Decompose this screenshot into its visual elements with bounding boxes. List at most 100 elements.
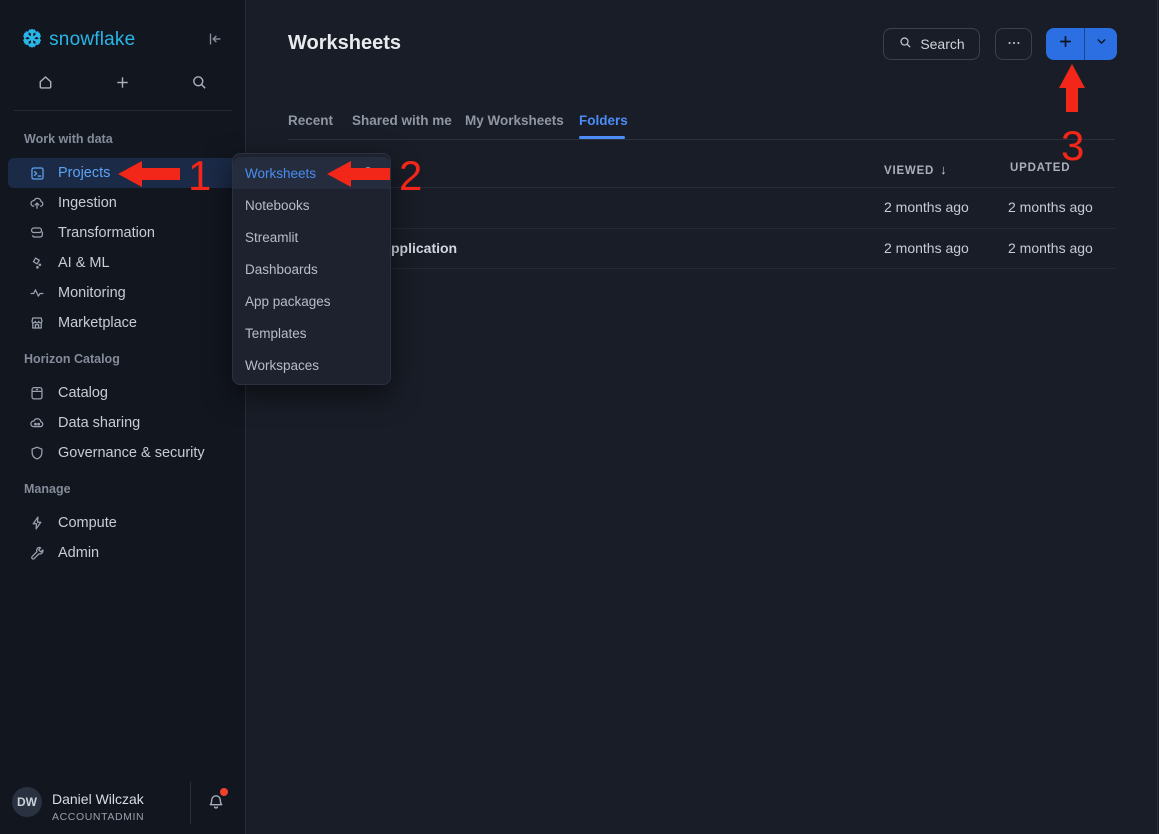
menu-item-dashboards[interactable]: Dashboards	[233, 253, 390, 285]
user-name: Daniel Wilczak	[52, 791, 144, 807]
viewed-cell: 2 months ago	[884, 199, 969, 215]
data-sharing-icon	[28, 414, 46, 432]
snowsight-app: ❆ snowflake	[0, 0, 1159, 834]
snowflake-logo-icon: ❆	[22, 28, 42, 52]
sidebar-item-label: Ingestion	[58, 195, 117, 211]
notification-dot	[220, 788, 228, 796]
menu-item-workspaces[interactable]: Workspaces	[233, 349, 390, 381]
sidebar-collapse-button[interactable]	[204, 30, 226, 52]
search-icon	[898, 35, 913, 53]
transformation-icon	[28, 224, 46, 242]
monitoring-icon	[28, 284, 46, 302]
updated-cell: 2 months ago	[1008, 240, 1093, 256]
ellipsis-icon	[1006, 35, 1022, 54]
section-manage: Manage	[24, 482, 71, 496]
menu-item-label: Streamlit	[245, 230, 298, 245]
column-header-viewed[interactable]: VIEWED↓	[884, 162, 947, 177]
menu-item-label: Notebooks	[245, 198, 310, 213]
row-divider	[288, 268, 1115, 269]
wrench-icon	[28, 544, 46, 562]
pin-icon[interactable]	[360, 164, 376, 180]
section-work-with-data: Work with data	[24, 132, 113, 146]
new-worksheet-split-button[interactable]	[1046, 28, 1117, 60]
menu-item-label: Dashboards	[245, 262, 318, 277]
sidebar-item-ai-ml[interactable]: AI & ML	[8, 248, 238, 278]
ai-ml-icon	[28, 254, 46, 272]
projects-icon	[28, 164, 46, 182]
sidebar-item-label: Marketplace	[58, 315, 137, 331]
menu-item-label: Templates	[245, 326, 307, 341]
search-button[interactable]: Search	[883, 28, 980, 60]
sidebar-item-label: Monitoring	[58, 285, 126, 301]
sidebar-item-label: Governance & security	[58, 445, 205, 461]
table-header-divider	[288, 187, 1115, 188]
column-header-updated[interactable]: UPDATED	[1010, 162, 1070, 174]
sidebar-item-label: Compute	[58, 515, 117, 531]
sidebar-item-label: Catalog	[58, 385, 108, 401]
ingestion-icon	[28, 194, 46, 212]
lightning-icon	[28, 514, 46, 532]
sidebar-search-button[interactable]	[187, 73, 211, 97]
tabs-divider	[288, 139, 1115, 140]
home-button[interactable]	[33, 73, 57, 97]
search-icon	[190, 73, 209, 97]
menu-item-label: Worksheets	[245, 166, 316, 181]
sidebar: ❆ snowflake	[0, 0, 246, 834]
viewport-right-edge	[1157, 0, 1158, 834]
viewed-cell: 2 months ago	[884, 240, 969, 256]
tab-my-worksheets[interactable]: My Worksheets	[465, 113, 564, 128]
page-title: Worksheets	[288, 32, 401, 55]
sidebar-item-ingestion[interactable]: Ingestion	[8, 188, 238, 218]
new-worksheet-dropdown-button[interactable]	[1085, 28, 1117, 60]
sidebar-item-label: Transformation	[58, 225, 155, 241]
sidebar-item-transformation[interactable]: Transformation	[8, 218, 238, 248]
sidebar-divider	[14, 110, 232, 111]
sidebar-item-compute[interactable]: Compute	[8, 508, 238, 538]
row-divider	[288, 228, 1115, 229]
tab-recent[interactable]: Recent	[288, 113, 333, 128]
section-horizon-catalog: Horizon Catalog	[24, 352, 120, 366]
sidebar-item-catalog[interactable]: Catalog	[8, 378, 238, 408]
collapse-sidebar-icon	[206, 30, 224, 53]
updated-cell: 2 months ago	[1008, 199, 1093, 215]
sidebar-item-admin[interactable]: Admin	[8, 538, 238, 568]
marketplace-icon	[28, 314, 46, 332]
menu-item-worksheets[interactable]: Worksheets	[233, 157, 390, 189]
sidebar-item-monitoring[interactable]: Monitoring	[8, 278, 238, 308]
chevron-down-icon	[1095, 35, 1108, 53]
bell-icon	[206, 799, 226, 816]
new-worksheet-button[interactable]	[1046, 28, 1084, 60]
sidebar-item-label: Projects	[58, 165, 110, 181]
sidebar-item-data-sharing[interactable]: Data sharing	[8, 408, 238, 438]
folder-name: pplication	[391, 240, 457, 256]
sidebar-item-label: Data sharing	[58, 415, 140, 431]
sidebar-item-projects[interactable]: Projects	[8, 158, 238, 188]
plus-icon	[113, 73, 132, 97]
more-actions-button[interactable]	[995, 28, 1032, 60]
menu-item-app-packages[interactable]: App packages	[233, 285, 390, 317]
search-button-label: Search	[920, 36, 964, 52]
sort-desc-icon: ↓	[940, 162, 947, 177]
notifications-button[interactable]	[206, 792, 228, 814]
menu-item-streamlit[interactable]: Streamlit	[233, 221, 390, 253]
annotation-arrow-3	[1059, 64, 1085, 112]
user-profile-row[interactable]: DW Daniel Wilczak ACCOUNTADMIN	[0, 770, 246, 834]
tab-shared-with-me[interactable]: Shared with me	[352, 113, 452, 128]
sidebar-item-label: AI & ML	[58, 255, 110, 271]
snowflake-logo[interactable]: ❆ snowflake	[22, 28, 135, 52]
home-icon	[36, 73, 55, 97]
menu-item-templates[interactable]: Templates	[233, 317, 390, 349]
tab-folders[interactable]: Folders	[579, 113, 628, 128]
sidebar-item-marketplace[interactable]: Marketplace	[8, 308, 238, 338]
projects-flyout-menu: Worksheets Notebooks Streamlit Dashboard…	[232, 153, 391, 385]
sidebar-item-governance-security[interactable]: Governance & security	[8, 438, 238, 468]
menu-item-notebooks[interactable]: Notebooks	[233, 189, 390, 221]
user-role: ACCOUNTADMIN	[52, 811, 144, 823]
create-new-button[interactable]	[110, 73, 134, 97]
catalog-icon	[28, 384, 46, 402]
snowflake-logo-text: snowflake	[49, 29, 135, 51]
plus-icon	[1057, 33, 1074, 55]
menu-item-label: Workspaces	[245, 358, 319, 373]
avatar[interactable]: DW	[12, 787, 42, 817]
shield-icon	[28, 444, 46, 462]
